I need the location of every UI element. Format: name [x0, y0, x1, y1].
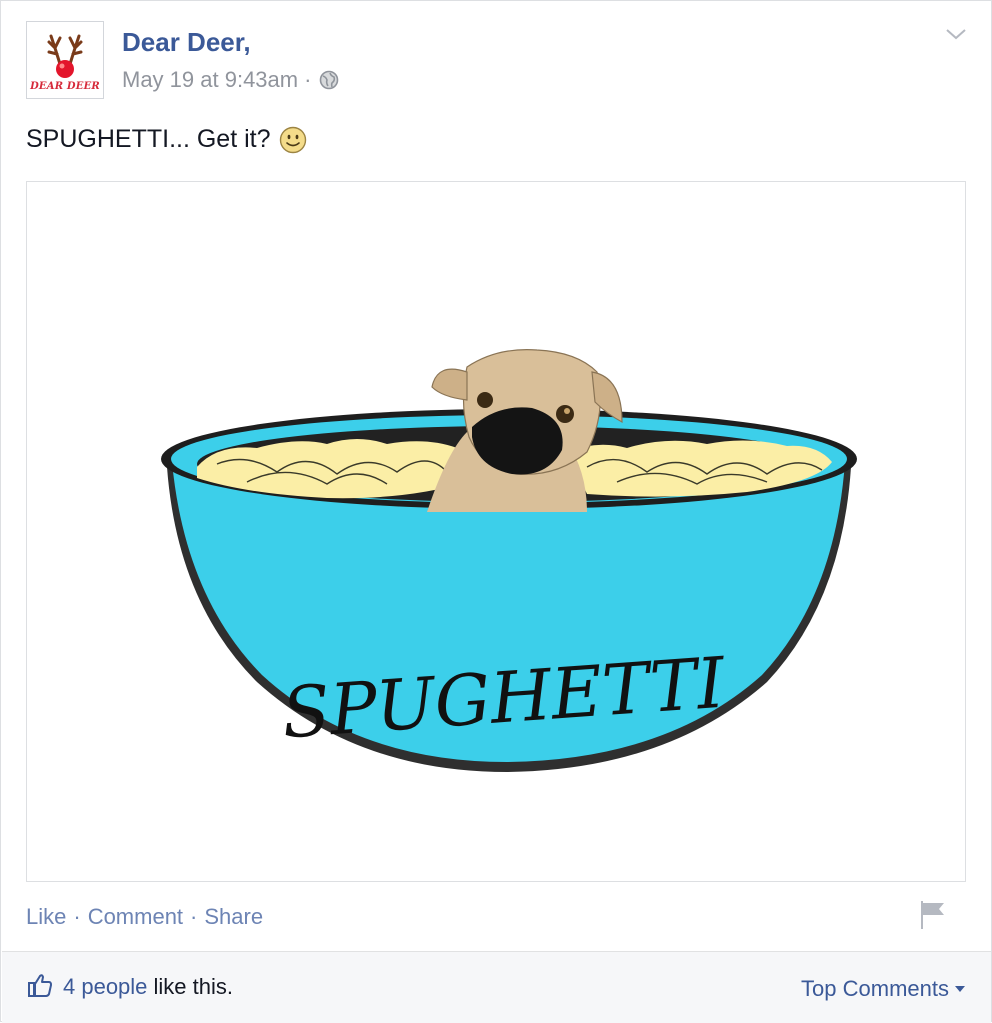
page-name-link[interactable]: Dear Deer,: [122, 27, 251, 58]
smiley-emoji-icon: [279, 126, 306, 153]
post-actions: Like · Comment · Share: [26, 904, 263, 930]
action-separator: ·: [190, 904, 198, 929]
likes-people-link[interactable]: 4 people: [63, 974, 147, 999]
action-separator: ·: [73, 904, 81, 929]
top-comments-dropdown[interactable]: Top Comments: [801, 976, 965, 1002]
comment-link[interactable]: Comment: [88, 904, 183, 930]
post-footer: 4 people like this. Top Comments: [2, 951, 991, 1023]
likes-suffix: like this.: [147, 974, 234, 999]
globe-icon[interactable]: [319, 70, 339, 90]
meta-separator: ·: [304, 67, 312, 92]
post-timestamp[interactable]: May 19 at 9:43am: [122, 67, 298, 93]
post-card: DEAR DEER Dear Deer, May 19 at 9:43am · …: [0, 0, 992, 1023]
likes-summary: 4 people like this.: [63, 974, 233, 1000]
top-comments-label: Top Comments: [801, 976, 949, 1001]
chevron-down-icon[interactable]: [945, 27, 967, 41]
thumbs-up-icon[interactable]: [27, 972, 53, 998]
post-message-text: SPUGHETTI... Get it?: [26, 125, 271, 153]
post-photo[interactable]: SPUGHETTI: [26, 181, 966, 882]
flag-icon[interactable]: [918, 899, 946, 931]
share-link[interactable]: Share: [204, 904, 263, 930]
avatar-logo-text: DEAR DEER: [30, 81, 100, 92]
page-avatar[interactable]: DEAR DEER: [26, 21, 104, 99]
post-meta: May 19 at 9:43am ·: [122, 67, 339, 93]
caret-down-icon: [955, 986, 965, 992]
spughetti-illustration: SPUGHETTI: [161, 349, 857, 772]
post-message: SPUGHETTI... Get it?: [26, 125, 307, 154]
like-link[interactable]: Like: [26, 904, 66, 930]
